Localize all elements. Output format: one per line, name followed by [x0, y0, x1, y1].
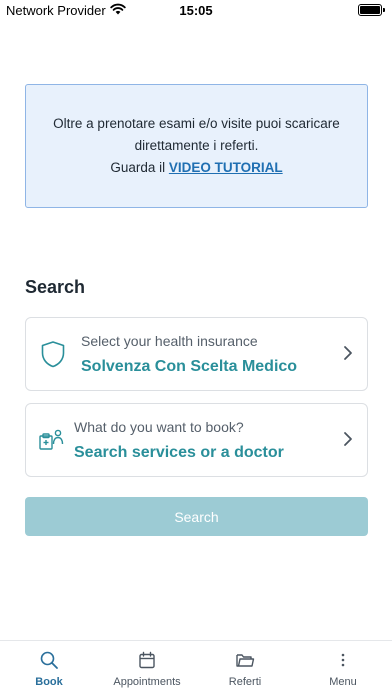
- status-time: 15:05: [179, 3, 213, 18]
- info-line-1: Oltre a prenotare esami e/o visite puoi …: [53, 116, 340, 131]
- booking-card-value: Search services or a doctor: [74, 444, 284, 461]
- info-banner: Oltre a prenotare esami e/o visite puoi …: [25, 84, 368, 208]
- calendar-icon: [138, 650, 156, 670]
- tab-referti[interactable]: Referti: [196, 641, 294, 696]
- bottom-tab-bar: Book Appointments Referti Menu: [0, 640, 392, 696]
- tab-label: Appointments: [113, 676, 181, 688]
- shield-icon: [40, 340, 66, 373]
- battery-icon: [358, 4, 385, 16]
- info-line-3: Guarda il VIDEO TUTORIAL: [110, 157, 282, 179]
- search-button[interactable]: Search: [25, 497, 368, 536]
- tab-label: Menu: [329, 676, 357, 688]
- tab-label: Referti: [228, 676, 262, 688]
- status-bar: Network Provider 15:05: [0, 0, 392, 22]
- clipboard-doctor-icon: [38, 426, 66, 459]
- search-section-title: Search: [25, 277, 86, 297]
- video-tutorial-link[interactable]: VIDEO TUTORIAL: [169, 160, 283, 175]
- chevron-right-icon: [343, 345, 353, 366]
- tab-label: Book: [35, 676, 63, 688]
- tab-book[interactable]: Book: [0, 641, 98, 696]
- insurance-card-value: Solvenza Con Scelta Medico: [81, 358, 298, 375]
- booking-card-subtitle: What do you want to book?: [74, 419, 244, 435]
- tab-appointments[interactable]: Appointments: [98, 641, 196, 696]
- status-right: [358, 4, 385, 16]
- search-icon: [39, 650, 59, 670]
- chevron-right-icon: [343, 431, 353, 452]
- tab-menu[interactable]: Menu: [294, 641, 392, 696]
- folder-icon: [235, 650, 255, 670]
- booking-search-card[interactable]: What do you want to book? Search service…: [25, 403, 368, 477]
- info-line-3-prefix: Guarda il: [110, 160, 169, 175]
- insurance-select-card[interactable]: Select your health insurance Solvenza Co…: [25, 317, 368, 391]
- more-vertical-icon: [340, 650, 346, 670]
- insurance-card-subtitle: Select your health insurance: [81, 333, 258, 349]
- info-line-2: direttamente i referti.: [134, 138, 259, 153]
